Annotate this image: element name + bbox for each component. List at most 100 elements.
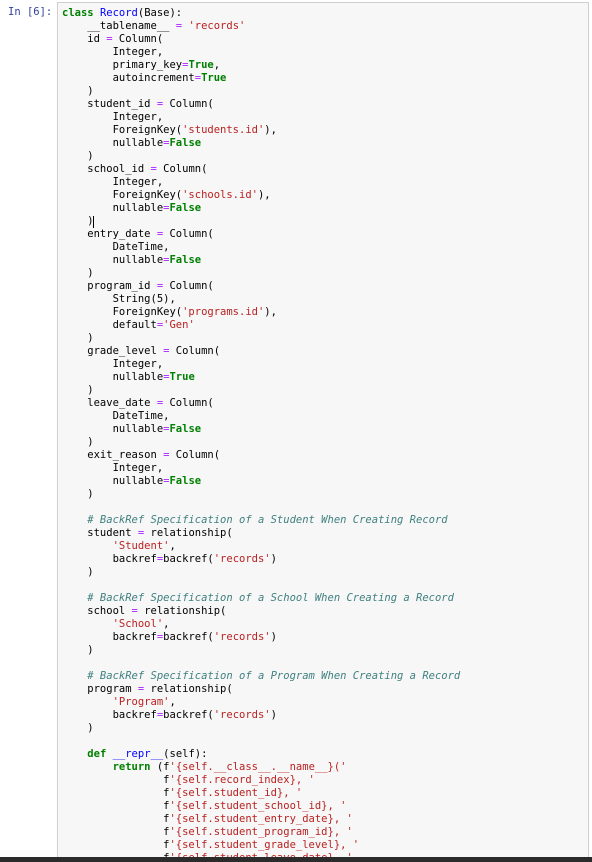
code-line: String(5), xyxy=(62,293,460,306)
code-line: ForeignKey('schools.id'), xyxy=(62,189,460,202)
code-token: school xyxy=(62,605,132,617)
code-token: '{self.record_index}, ' xyxy=(169,774,315,786)
code-line: school = relationship( xyxy=(62,605,460,618)
code-token: True xyxy=(188,59,214,71)
code-token: ) xyxy=(62,85,94,97)
code-token: # BackRef Specification of a Program Whe… xyxy=(62,670,461,682)
bottom-scrollbar[interactable] xyxy=(0,857,592,862)
code-lines: class Record(Base): __tablename__ = 'rec… xyxy=(62,7,461,859)
code-token: school_id xyxy=(62,163,151,175)
code-token: True xyxy=(169,371,195,383)
code-token: (Base): xyxy=(137,7,183,19)
code-line: backref=backref('records') xyxy=(62,553,460,566)
code-token: (f xyxy=(156,761,170,773)
code-token: ) xyxy=(62,384,94,396)
code-token: , xyxy=(169,540,176,552)
code-line: DateTime, xyxy=(62,410,460,423)
code-line: ) xyxy=(62,150,460,163)
code-token: backref xyxy=(62,631,157,643)
code-token: __tablename__ xyxy=(62,20,176,32)
text-cursor xyxy=(93,216,94,228)
code-line: ) xyxy=(62,722,460,735)
code-line: default='Gen' xyxy=(62,319,460,332)
code-editor[interactable]: class Record(Base): __tablename__ = 'rec… xyxy=(57,2,589,860)
code-token: 'records' xyxy=(213,631,271,643)
code-token: nullable xyxy=(62,137,164,149)
code-token: ), xyxy=(257,189,271,201)
code-token: f xyxy=(62,800,170,812)
code-line: Integer, xyxy=(62,111,460,124)
code-token: entry_date xyxy=(62,228,157,240)
code-token: ForeignKey( xyxy=(62,306,183,318)
code-line: nullable=False xyxy=(62,202,460,215)
code-token: program xyxy=(62,683,138,695)
code-token: # BackRef Specification of a School When… xyxy=(62,592,454,604)
code-token: '{self.__class__.__name__}(' xyxy=(169,761,347,773)
code-line: exit_reason = Column( xyxy=(62,449,460,462)
code-line: autoincrement=True xyxy=(62,72,460,85)
code-token: backref xyxy=(62,553,157,565)
code-line: school_id = Column( xyxy=(62,163,460,176)
code-line: ) xyxy=(62,436,460,449)
code-token: (self): xyxy=(163,748,208,760)
code-token: primary_key xyxy=(62,59,183,71)
code-token: nullable xyxy=(62,423,164,435)
code-token: ) xyxy=(62,566,94,578)
code-line: student_id = Column( xyxy=(62,98,460,111)
code-token: False xyxy=(169,254,202,266)
code-token: ) xyxy=(62,267,94,279)
code-token: False xyxy=(169,423,202,435)
code-token: id xyxy=(62,33,107,45)
code-line: ForeignKey('programs.id'), xyxy=(62,306,460,319)
code-line: grade_level = Column( xyxy=(62,345,460,358)
code-token: ) xyxy=(62,488,94,500)
code-line: return (f'{self.__class__.__name__}(' xyxy=(62,761,460,774)
code-line: 'Program', xyxy=(62,696,460,709)
code-token: Integer, xyxy=(62,46,164,58)
code-token: 'Program' xyxy=(112,696,170,708)
code-line: ) xyxy=(62,332,460,345)
code-line: # BackRef Specification of a Student Whe… xyxy=(62,514,460,527)
code-token: Integer, xyxy=(62,111,164,123)
code-token: 'Student' xyxy=(112,540,170,552)
code-line: backref=backref('records') xyxy=(62,631,460,644)
code-line: ) xyxy=(62,384,460,397)
code-token: nullable xyxy=(62,371,164,383)
code-token: Integer, xyxy=(62,462,164,474)
code-token: ) xyxy=(62,644,94,656)
code-token: ForeignKey( xyxy=(62,189,183,201)
code-token: ) xyxy=(62,436,94,448)
code-line: ​ xyxy=(62,735,460,748)
code-token: 'programs.id' xyxy=(182,306,265,318)
code-line: Integer, xyxy=(62,176,460,189)
code-token: Integer, xyxy=(62,176,164,188)
code-token: relationship( xyxy=(144,527,233,539)
notebook-code-cell[interactable]: In [6]: class Record(Base): __tablename_… xyxy=(0,0,592,862)
code-line: 'Student', xyxy=(62,540,460,553)
code-line: primary_key=True, xyxy=(62,59,460,72)
code-token: Column( xyxy=(163,98,214,110)
code-token: leave_date xyxy=(62,397,157,409)
code-token: '{self.student_grade_level}, ' xyxy=(169,839,360,851)
code-line: f'{self.student_program_id}, ' xyxy=(62,826,460,839)
code-line: # BackRef Specification of a School When… xyxy=(62,592,460,605)
code-token: '{self.student_entry_date}, ' xyxy=(169,813,353,825)
code-token: f xyxy=(62,787,170,799)
code-line: class Record(Base): xyxy=(62,7,460,20)
code-token: Column( xyxy=(169,345,221,357)
code-token: False xyxy=(169,137,202,149)
code-token: True xyxy=(201,72,227,84)
input-prompt: In [6]: xyxy=(8,6,53,18)
code-token: relationship( xyxy=(137,605,227,617)
code-line: nullable=False xyxy=(62,475,460,488)
code-token: 'Gen' xyxy=(163,319,195,331)
code-line: ) xyxy=(62,488,460,501)
code-line: backref=backref('records') xyxy=(62,709,460,722)
code-token: 'records' xyxy=(213,553,271,565)
code-token: 'schools.id' xyxy=(182,189,258,201)
code-token: Column( xyxy=(156,163,208,175)
code-line: program_id = Column( xyxy=(62,280,460,293)
code-line: Integer, xyxy=(62,462,460,475)
